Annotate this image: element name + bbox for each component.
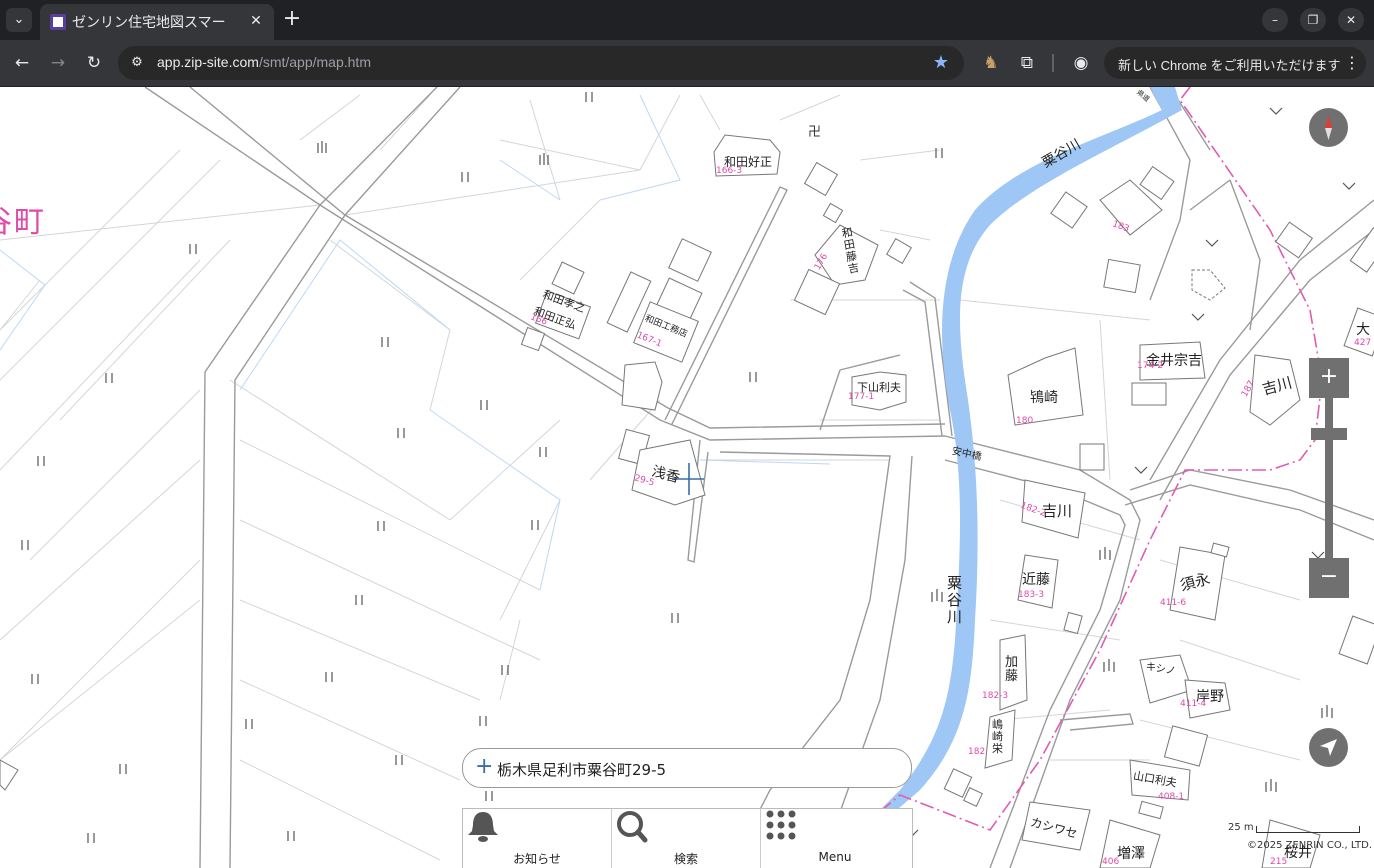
menu-label: 検索: [673, 852, 698, 866]
profile-icon[interactable]: ◉: [1070, 52, 1092, 74]
temple-mark: 卍: [808, 125, 822, 140]
lot-number: 183-3: [1018, 590, 1045, 600]
building-label: 嶋崎栄: [992, 718, 1003, 755]
menu-label: お知らせ: [513, 852, 561, 866]
building-label: 鴇崎: [1030, 390, 1058, 406]
search-icon: [617, 811, 648, 843]
building-label: 大: [1356, 322, 1370, 338]
url-host: app.zip-site.com: [157, 54, 259, 70]
url-text[interactable]: app.zip-site.com/smt/app/map.htm: [157, 54, 371, 70]
grid-menu-icon: [766, 810, 796, 840]
river-name-vertical: 粟谷川: [947, 574, 963, 626]
forward-icon[interactable]: →: [47, 52, 69, 74]
favicon-icon: [50, 14, 66, 30]
address-text[interactable]: 栃木県足利市粟谷町29-5: [497, 759, 666, 780]
toolbar-divider: [1052, 54, 1054, 72]
tab-title: ゼンリン住宅地図スマー: [72, 14, 226, 30]
update-chrome-button[interactable]: 新しい Chrome をご利用いただけます ⋮: [1104, 47, 1366, 79]
extension-icon[interactable]: ♞: [980, 52, 1002, 74]
url-path: /smt/app/map.htm: [258, 54, 371, 70]
map-scale: 25 m: [1226, 822, 1360, 836]
scale-bar: [1256, 826, 1360, 833]
copyright-text: ©2025 ZENRIN CO., LTD.: [1247, 840, 1372, 851]
lot-number: 411-6: [1160, 598, 1187, 608]
zoom-in-button[interactable]: +: [1309, 358, 1349, 398]
update-label: 新しい Chrome をご利用いただけます: [1118, 58, 1341, 73]
new-tab-icon[interactable]: +: [282, 8, 302, 32]
address-bar[interactable]: ⚙ app.zip-site.com/smt/app/map.htm ★: [118, 46, 964, 80]
notice-button[interactable]: お知らせ: [463, 809, 612, 868]
scale-label: 25 m: [1228, 822, 1254, 833]
town-name-label: 谷町: [0, 205, 46, 240]
building-label: 増澤: [1117, 846, 1145, 862]
lot-number: 180: [1016, 416, 1034, 426]
lot-number: 166-3: [716, 166, 743, 176]
map-canvas[interactable]: 谷町 粟谷川 粟谷川 安中橋 県道 卍 和田好正 166-3 和田藤吉 176 …: [0, 87, 1374, 868]
locate-arrow-icon[interactable]: [1309, 728, 1348, 767]
minimize-icon[interactable]: –: [1262, 8, 1288, 32]
reload-icon[interactable]: ↻: [83, 52, 105, 74]
bookmark-star-icon[interactable]: ★: [930, 52, 952, 74]
plus-icon[interactable]: +: [475, 756, 493, 778]
restore-icon[interactable]: ❐: [1300, 8, 1326, 32]
compass-needle: [1325, 116, 1332, 140]
locate-arrow-shape: [1320, 739, 1337, 756]
window-close-icon[interactable]: ✕: [1338, 8, 1364, 32]
tab-bar: ⌄ ゼンリン住宅地図スマー ✕ + – ❐ ✕: [0, 0, 1374, 40]
lot-number: 174-2: [1137, 361, 1164, 371]
search-button[interactable]: 検索: [612, 809, 761, 868]
zoom-slider-thumb[interactable]: [1311, 428, 1347, 440]
browser-tab[interactable]: ゼンリン住宅地図スマー ✕: [40, 4, 274, 40]
zoom-slider-track[interactable]: [1325, 398, 1333, 558]
lot-number: 182: [968, 747, 986, 757]
light-blue-lines: [0, 94, 831, 591]
bell-icon: [468, 812, 498, 842]
zoom-out-button[interactable]: −: [1309, 558, 1349, 598]
menu-button[interactable]: Menu: [761, 809, 909, 868]
close-icon[interactable]: ✕: [246, 11, 266, 31]
back-icon[interactable]: ←: [11, 52, 33, 74]
puzzle-icon[interactable]: ⧉: [1016, 52, 1038, 74]
lot-number: 408-1: [1158, 792, 1185, 802]
lot-number: 182-3: [982, 691, 1009, 701]
tab-list-icon[interactable]: ⌄: [6, 8, 32, 32]
lot-number: 427: [1354, 338, 1372, 348]
menu-label: Menu: [818, 850, 852, 864]
building-label: 近藤: [1022, 572, 1050, 588]
lot-number: 215: [1270, 857, 1288, 867]
lot-number: 177-1: [848, 392, 875, 402]
building-label: 加藤: [1005, 655, 1019, 684]
browser-toolbar: ← → ↻ ⚙ app.zip-site.com/smt/app/map.htm…: [0, 40, 1374, 87]
bottom-menu: お知らせ 検索 Menu: [462, 808, 913, 868]
compass-icon[interactable]: [1309, 108, 1348, 147]
lot-number: 406: [1102, 857, 1120, 867]
more-icon[interactable]: ⋮: [1344, 52, 1360, 74]
address-search-box[interactable]: + 栃木県足利市粟谷町29-5: [462, 748, 912, 788]
site-info-icon[interactable]: ⚙: [128, 54, 146, 72]
lot-number: 411-4: [1180, 699, 1207, 709]
